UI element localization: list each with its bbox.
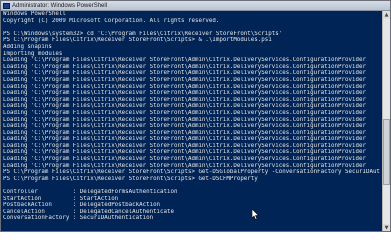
console-line: Controller : DelegatedFormsAuthenticatio… bbox=[3, 189, 178, 196]
title-bar[interactable]: Administrator: Windows PowerShell bbox=[1, 1, 390, 11]
console-line: Loading 'C:\Program Files\Citrix\Receive… bbox=[3, 116, 366, 123]
powershell-window: Administrator: Windows PowerShell Window… bbox=[0, 0, 391, 232]
scrollbar-thumb[interactable] bbox=[383, 119, 390, 186]
console-line: Windows PowerShell bbox=[3, 11, 66, 17]
console-line: ConversationFactory : SecurIDAuthenticat… bbox=[3, 215, 154, 222]
console-line: Loading 'C:\Program Files\Citrix\Receive… bbox=[3, 103, 366, 110]
console-line: Loading 'C:\Program Files\Citrix\Receive… bbox=[3, 149, 366, 156]
console-line: Loading 'C:\Program Files\Citrix\Receive… bbox=[3, 63, 366, 70]
powershell-icon[interactable] bbox=[3, 2, 10, 9]
console-line: Loading 'C:\Program Files\Citrix\Receive… bbox=[3, 142, 366, 149]
console-line: Loading 'C:\Program Files\Citrix\Receive… bbox=[3, 156, 366, 163]
console-line: Loading 'C:\Program Files\Citrix\Receive… bbox=[3, 136, 366, 143]
scroll-up-arrow-icon[interactable]: ▲ bbox=[383, 11, 390, 19]
scroll-down-arrow-icon[interactable]: ▼ bbox=[383, 224, 390, 231]
console-line: Loading 'C:\Program Files\Citrix\Receive… bbox=[3, 83, 366, 90]
console-line: Loading 'C:\Program Files\Citrix\Receive… bbox=[3, 76, 366, 83]
console-line: Loading 'C:\Program Files\Citrix\Receive… bbox=[3, 96, 366, 103]
console-line: Adding snapins bbox=[3, 43, 52, 50]
console-line: Loading 'C:\Program Files\Citrix\Receive… bbox=[3, 109, 366, 116]
console-line: PS C:\Program Files\Citrix\Receiver Stor… bbox=[3, 169, 380, 176]
console-line: PostbackAction : DelegatedPostbackAction bbox=[3, 202, 161, 209]
console-line: StartAction : StartAction bbox=[3, 195, 119, 202]
console-line: Loading 'C:\Program Files\Citrix\Receive… bbox=[3, 123, 366, 130]
vertical-scrollbar[interactable]: ▲ ▼ bbox=[382, 11, 390, 231]
console-line: Loading 'C:\Program Files\Citrix\Receive… bbox=[3, 129, 366, 136]
window-title: Administrator: Windows PowerShell bbox=[12, 2, 108, 9]
console-line: Importing modules bbox=[3, 50, 63, 57]
console-line: PS C:\Program Files\Citrix\Receiver Stor… bbox=[3, 37, 272, 44]
console-line: CancelAction : DelegatedCancelAuthentica… bbox=[3, 208, 175, 215]
console-line: Copyright (C) 2009 Microsoft Corporation… bbox=[3, 17, 220, 24]
console-line: PS C:\Program Files\Citrix\Receiver Stor… bbox=[3, 175, 258, 182]
console-line: Loading 'C:\Program Files\Citrix\Receive… bbox=[3, 70, 366, 77]
console-output[interactable]: Windows PowerShell Copyright (C) 2009 Mic… bbox=[3, 11, 381, 231]
console-line: Loading 'C:\Program Files\Citrix\Receive… bbox=[3, 162, 366, 169]
console-line: Loading 'C:\Program Files\Citrix\Receive… bbox=[3, 90, 366, 97]
console-line: PS C:\Windows\system32> cd 'C:\Program F… bbox=[3, 30, 283, 37]
console-line: Loading 'C:\Program Files\Citrix\Receive… bbox=[3, 57, 366, 64]
